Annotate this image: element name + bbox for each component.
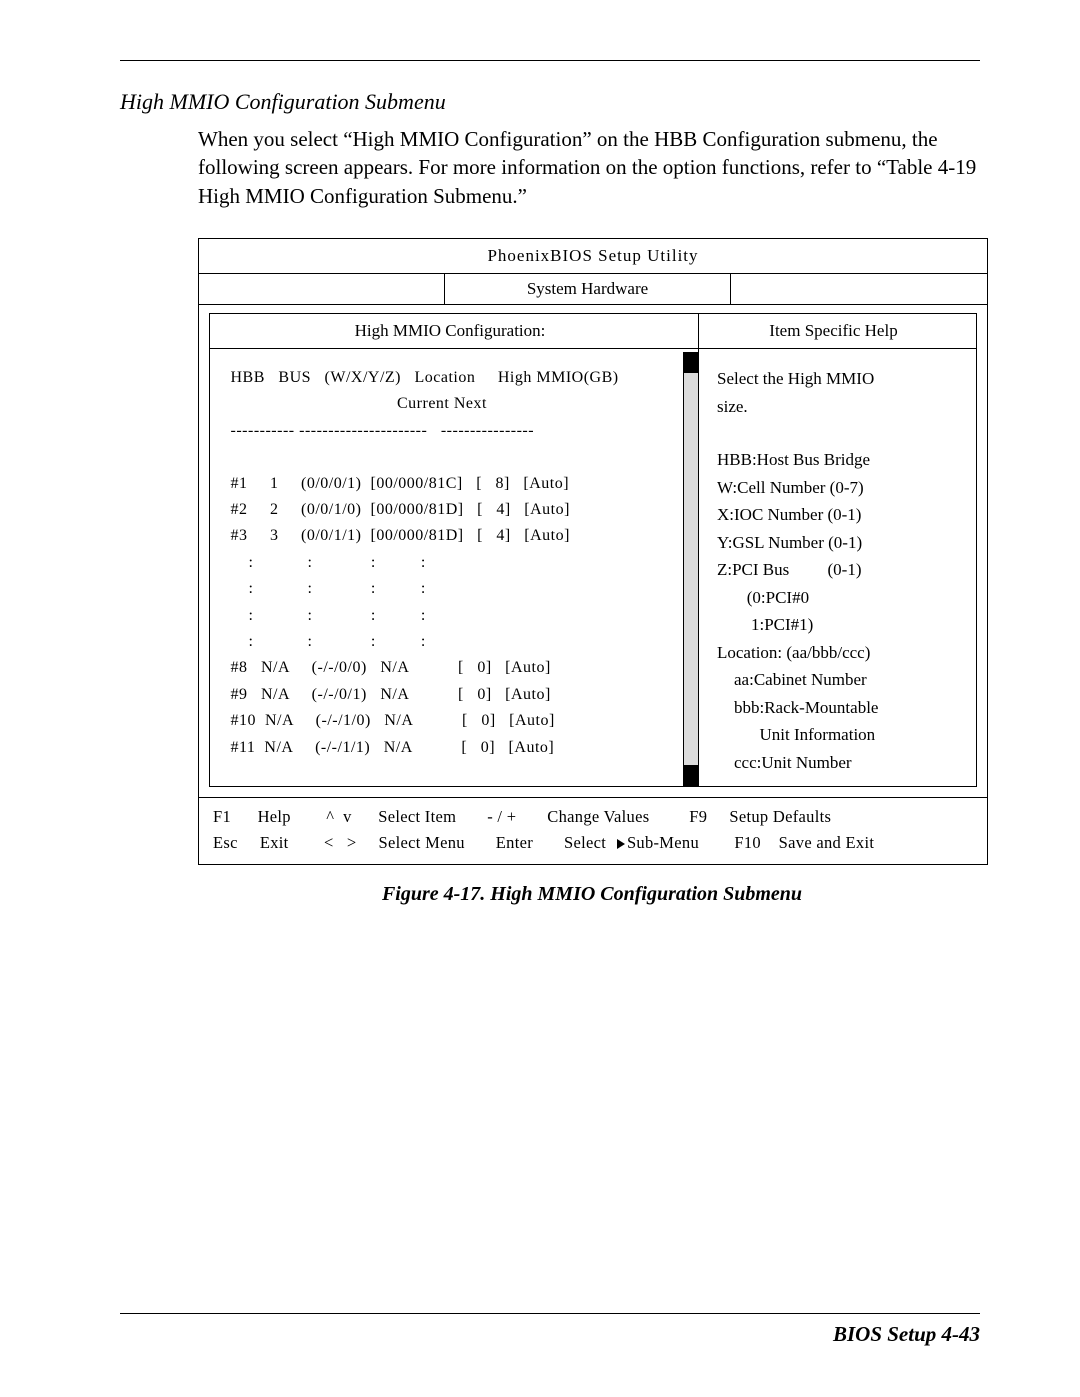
help-line: Select the High MMIO (717, 365, 962, 393)
config-table[interactable]: HBB BUS (W/X/Y/Z) Location High MMIO(GB)… (210, 349, 698, 785)
help-panel-header: Item Specific Help (699, 314, 976, 349)
help-line: Unit Information (717, 721, 962, 749)
bios-titlebar: PhoenixBIOS Setup Utility (199, 239, 987, 274)
bios-tabrow: System Hardware (199, 274, 987, 305)
bios-footer-keys: F1 Help ^ v Select Item - / + Change Val… (199, 797, 987, 863)
tab-blank-right (731, 274, 987, 304)
help-line: size. (717, 393, 962, 421)
help-line: aa:Cabinet Number (717, 666, 962, 694)
bios-help-panel: Item Specific Help Select the High MMIO … (699, 314, 976, 786)
scrollbar-track[interactable] (683, 352, 698, 786)
figure-caption: Figure 4-17. High MMIO Configuration Sub… (198, 883, 986, 906)
section-title: High MMIO Configuration Submenu (120, 89, 980, 115)
triangle-right-icon (617, 839, 625, 849)
help-line: Y:GSL Number (0-1) (717, 529, 962, 557)
tab-system-hardware[interactable]: System Hardware (445, 274, 731, 304)
help-line: ccc:Unit Number (717, 749, 962, 777)
top-rule (120, 60, 980, 61)
scroll-arrow-up[interactable] (684, 352, 698, 373)
help-content: Select the High MMIO size. HBB:Host Bus … (699, 349, 976, 786)
bios-left-panel: High MMIO Configuration: HBB BUS (W/X/Y/… (210, 314, 699, 786)
footer-line-1: F1 Help ^ v Select Item - / + Change Val… (213, 804, 973, 830)
left-panel-header: High MMIO Configuration: (210, 314, 698, 349)
bios-screen: PhoenixBIOS Setup Utility System Hardwar… (198, 238, 988, 865)
page-footer: BIOS Setup 4-43 (120, 1322, 980, 1347)
help-line: X:IOC Number (0-1) (717, 501, 962, 529)
help-line: HBB:Host Bus Bridge (717, 446, 962, 474)
footer-line-2: Esc Exit < > Select Menu Enter Select Su… (213, 830, 973, 856)
help-line: W:Cell Number (0-7) (717, 474, 962, 502)
intro-paragraph: When you select “High MMIO Configuration… (198, 125, 980, 210)
help-line: 1:PCI#1) (717, 611, 962, 639)
help-line: bbb:Rack-Mountable (717, 694, 962, 722)
bios-body: High MMIO Configuration: HBB BUS (W/X/Y/… (209, 313, 977, 787)
help-line: Location: (aa/bbb/ccc) (717, 639, 962, 667)
tab-blank-left (199, 274, 445, 304)
help-line: (0:PCI#0 (717, 584, 962, 612)
scroll-arrow-down[interactable] (684, 765, 698, 786)
bottom-rule (120, 1313, 980, 1314)
help-line: Z:PCI Bus (0-1) (717, 556, 962, 584)
